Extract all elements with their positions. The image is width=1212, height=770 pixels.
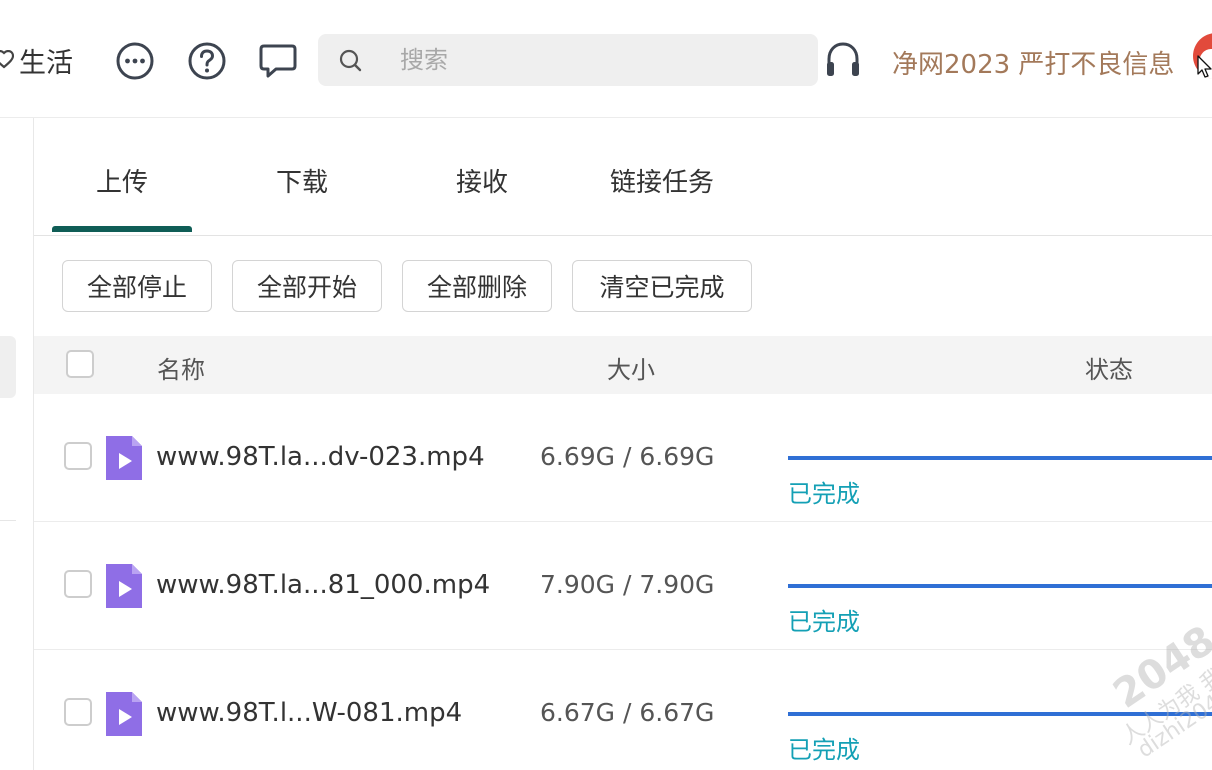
search-input[interactable] [400,43,800,77]
search-box[interactable] [318,34,818,86]
top-bar: 生活 净网2023 严打不良信息 [0,0,1212,118]
help-icon[interactable] [187,41,227,81]
table-row[interactable]: www.98T.l...W-081.mp4 6.67G / 6.67G 已完成 [34,650,1212,770]
progress-bar [788,456,1212,460]
file-size: 7.90G / 7.90G [540,570,715,599]
status-text: 已完成 [788,608,860,636]
status-text: 已完成 [788,736,860,764]
select-all-checkbox[interactable] [66,350,94,378]
delete-all-button[interactable]: 全部删除 [402,260,552,312]
tab-download[interactable]: 下载 [276,162,328,199]
mouse-cursor-icon [1197,55,1212,78]
message-icon[interactable] [258,41,298,81]
file-name: www.98T.l...W-081.mp4 [156,698,463,728]
progress-fill [788,584,1212,588]
notice-link[interactable]: 净网2023 严打不良信息 [892,44,1174,81]
row-checkbox[interactable] [64,698,92,726]
start-all-button[interactable]: 全部开始 [232,260,382,312]
stop-all-button[interactable]: 全部停止 [62,260,212,312]
life-nav-item[interactable]: 生活 [0,42,73,79]
video-file-icon [106,564,142,608]
row-checkbox[interactable] [64,570,92,598]
video-file-icon [106,436,142,480]
file-name: www.98T.la...81_000.mp4 [156,570,491,600]
column-size[interactable]: 大小 [607,350,655,385]
progress-bar [788,712,1212,716]
column-status[interactable]: 状态 [1085,350,1133,385]
column-name[interactable]: 名称 [157,350,205,385]
file-size: 6.69G / 6.69G [540,442,715,471]
search-icon [339,49,362,72]
progress-fill [788,456,1212,460]
progress-bar [788,584,1212,588]
sidebar-divider [0,520,16,521]
left-sidebar [0,118,34,770]
more-icon[interactable] [115,41,155,81]
tab-upload[interactable]: 上传 [96,162,148,199]
sidebar-item-selected[interactable] [0,336,16,398]
transfer-tabs: 上传 下载 接收 链接任务 [34,118,1212,236]
file-name: www.98T.la...dv-023.mp4 [156,442,485,472]
table-header: 名称 大小 状态 [34,336,1212,394]
tab-link-tasks[interactable]: 链接任务 [610,162,714,199]
progress-fill [788,712,1212,716]
video-file-icon [106,692,142,736]
active-tab-indicator [52,226,192,232]
transfer-window: 生活 净网2023 严打不良信息 [0,0,1212,770]
table-row[interactable]: www.98T.la...81_000.mp4 7.90G / 7.90G 已完… [34,522,1212,650]
file-size: 6.67G / 6.67G [540,698,715,727]
life-label: 生活 [19,47,73,79]
row-checkbox[interactable] [64,442,92,470]
status-text: 已完成 [788,480,860,508]
headset-icon[interactable] [824,40,862,80]
tab-receive[interactable]: 接收 [456,162,508,199]
table-row[interactable]: www.98T.la...dv-023.mp4 6.69G / 6.69G 已完… [34,394,1212,522]
heart-icon [0,50,14,69]
clear-completed-button[interactable]: 清空已完成 [572,260,752,312]
